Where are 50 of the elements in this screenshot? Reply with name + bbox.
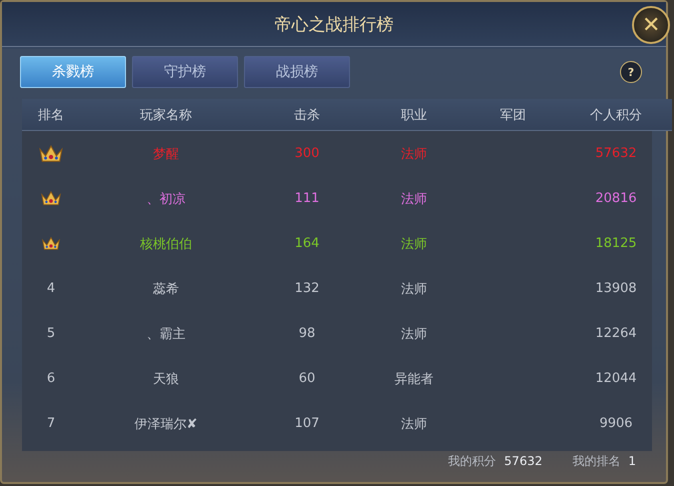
column-header: 职业	[401, 106, 427, 124]
player-name: 天狼	[153, 370, 179, 388]
class-cell-text: 法师	[401, 236, 427, 252]
kills-cell: 164	[294, 236, 320, 251]
window-title: 帝心之战排行榜	[274, 14, 394, 36]
kills-cell: 60	[298, 371, 316, 386]
column-header: 击杀	[294, 106, 320, 124]
column-header: 个人积分	[590, 106, 642, 124]
crown-icon	[41, 236, 61, 251]
crown-icon	[38, 144, 64, 164]
tab[interactable]: 守护榜	[132, 56, 238, 88]
help-button[interactable]: ?	[620, 61, 642, 83]
my-rank-value: 1	[628, 454, 636, 468]
player-name: 伊泽瑞尔✘	[134, 416, 198, 432]
rank-cell: 5	[46, 326, 56, 341]
class-cell-text: 异能者	[394, 370, 434, 388]
column-header: 排名	[38, 106, 64, 124]
kills-cell: 98	[298, 326, 316, 341]
class-cell-text: 法师	[401, 280, 427, 298]
player-name: 蕊希	[153, 280, 179, 298]
kills-cell: 107	[294, 416, 320, 431]
column-header: 军团	[500, 106, 526, 124]
rank-cell: 6	[46, 371, 56, 386]
score-cell: 20816	[595, 191, 637, 206]
class-cell-text: 法师	[401, 416, 427, 432]
class-cell-text: 法师	[401, 326, 427, 342]
rank-cell: 7	[46, 416, 56, 431]
score-cell: 13908	[595, 281, 637, 296]
class-cell-text: 法师	[401, 146, 427, 162]
score-cell: 12044	[595, 371, 637, 386]
player-name: 、霸主	[146, 326, 186, 342]
column-header: 玩家名称	[140, 106, 192, 124]
score-cell: 57632	[595, 146, 637, 161]
class-cell-text: 法师	[401, 190, 427, 208]
kills-cell: 111	[294, 191, 320, 206]
kills-cell: 132	[294, 281, 320, 296]
score-cell: 18125	[595, 236, 637, 251]
player-name: 梦醒	[153, 146, 179, 162]
my-score-value: 57632	[504, 454, 542, 468]
my-score-label: 我的积分	[448, 453, 496, 470]
player-name: 、初凉	[146, 190, 186, 208]
kills-cell: 300	[294, 146, 320, 161]
tab[interactable]: 战损榜	[244, 56, 350, 88]
my-rank-label: 我的排名	[572, 453, 620, 470]
player-name: 核桃伯伯	[140, 236, 192, 252]
score-cell: 12264	[595, 326, 637, 341]
score-cell: 9906	[599, 416, 633, 431]
rank-cell: 4	[46, 281, 56, 296]
crown-icon	[40, 190, 62, 207]
tab[interactable]: 杀戮榜	[20, 56, 126, 88]
